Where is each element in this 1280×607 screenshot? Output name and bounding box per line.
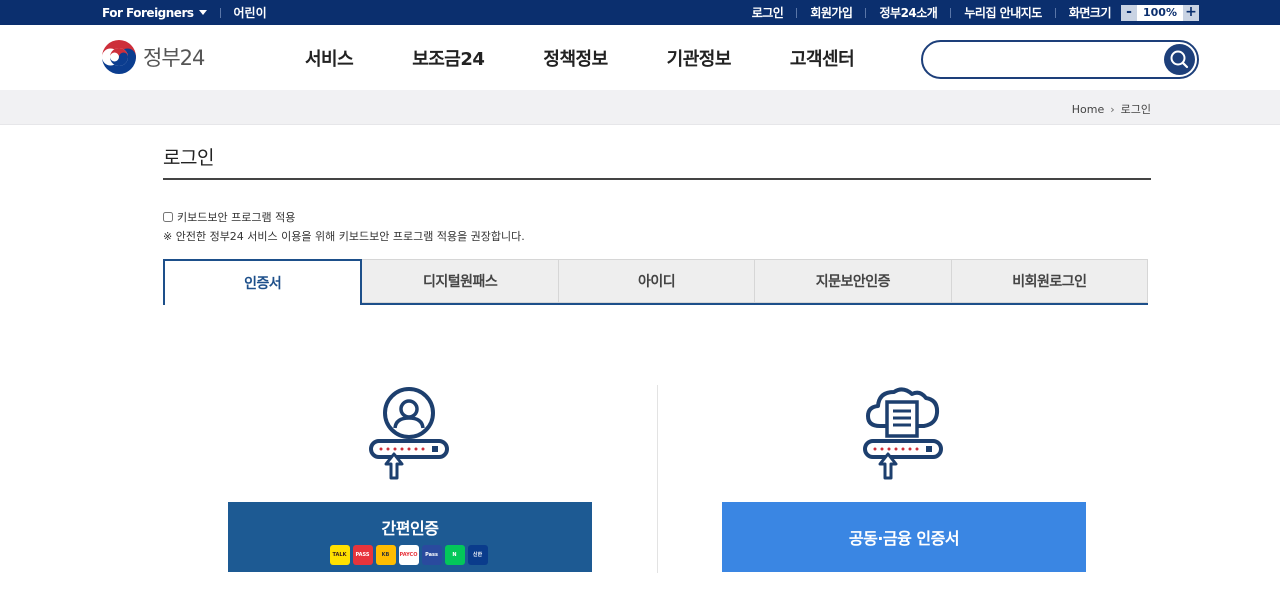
breadcrumb-bar: Home › 로그인 [0, 90, 1280, 125]
search-icon [1170, 50, 1189, 69]
joint-certificate-label: 공동·금융 인증서 [848, 529, 960, 548]
nav-item-agency[interactable]: 기관정보 [667, 45, 732, 71]
auth-provider-icon: Pass [421, 545, 442, 565]
tab-id[interactable]: 아이디 [558, 259, 756, 303]
keyboard-security-option[interactable]: 키보드보안 프로그램 적용 [163, 209, 295, 225]
chevron-right-icon: › [1110, 102, 1115, 116]
simple-auth-label: 간편인증 [381, 519, 439, 538]
joint-certificate-button[interactable]: 공동·금융 인증서 [722, 502, 1086, 572]
search-input[interactable] [935, 48, 1155, 70]
login-link[interactable]: 로그인 [752, 4, 784, 21]
tab-digital-onepass[interactable]: 디지털원패스 [362, 259, 559, 303]
about-link[interactable]: 정부24소개 [879, 4, 937, 21]
tab-guest-login[interactable]: 비회원로그인 [951, 259, 1149, 303]
login-method-tabs: 인증서 디지털원패스 아이디 지문보안인증 비회원로그인 [163, 259, 1149, 305]
zoom-in-button[interactable]: + [1183, 4, 1199, 21]
top-right-links: 로그인 회원가입 정부24소개 누리집 안내지도 화면크기 - 100% + [752, 0, 1199, 25]
for-foreigners-dropdown[interactable]: For Foreigners [102, 6, 207, 20]
keyboard-security-notice: ※ 안전한 정부24 서비스 이용을 위해 키보드보안 프로그램 적용을 권장합… [163, 230, 525, 243]
cloud-certificate-icon [863, 387, 943, 480]
user-login-icon [369, 387, 449, 480]
divider [796, 7, 798, 18]
search-box [921, 40, 1199, 79]
zoom-control: - 100% + [1121, 4, 1199, 21]
caret-down-icon [198, 10, 207, 15]
signup-link[interactable]: 회원가입 [810, 4, 853, 21]
taegeuk-emblem-icon [102, 40, 136, 74]
site-logo[interactable]: 정부24 [101, 39, 205, 75]
divider [950, 7, 952, 18]
divider [865, 7, 867, 18]
search-button[interactable] [1164, 44, 1195, 75]
auth-provider-icon: PASS [352, 545, 373, 565]
nav-item-subsidy24[interactable]: 보조금24 [412, 45, 485, 71]
divider [1054, 7, 1056, 18]
sitemap-link[interactable]: 누리집 안내지도 [964, 4, 1042, 21]
auth-provider-icon: KB [375, 545, 396, 565]
auth-provider-icon: N [444, 545, 465, 565]
breadcrumb: Home › 로그인 [1072, 101, 1151, 117]
tab-fingerprint[interactable]: 지문보안인증 [755, 259, 952, 303]
screen-size-label: 화면크기 [1068, 6, 1112, 20]
tab-certificate[interactable]: 인증서 [163, 259, 363, 305]
breadcrumb-current: 로그인 [1120, 103, 1151, 116]
zoom-out-button[interactable]: - [1121, 4, 1137, 21]
keyboard-security-label: 키보드보안 프로그램 적용 [177, 211, 296, 224]
title-underline [163, 178, 1151, 180]
divider [219, 7, 221, 18]
site-header: 정부24 서비스 보조금24 정책정보 기관정보 고객센터 [0, 25, 1280, 90]
auth-provider-icon: 신한 [467, 545, 488, 565]
simple-auth-button[interactable]: 간편인증 TALK PASS KB PAYCO Pass N 신한 [228, 502, 592, 572]
options-divider [657, 385, 658, 573]
for-foreigners-label: For Foreigners [102, 5, 194, 20]
zoom-value: 100% [1137, 4, 1183, 21]
nav-item-policy[interactable]: 정책정보 [543, 45, 608, 71]
brand-name: 정부24 [143, 46, 205, 70]
nav-item-support[interactable]: 고객센터 [790, 45, 855, 71]
keyboard-security-checkbox[interactable] [163, 212, 173, 222]
nav-item-services[interactable]: 서비스 [305, 45, 354, 71]
breadcrumb-home[interactable]: Home [1072, 103, 1104, 116]
auth-provider-icon: PAYCO [398, 545, 419, 565]
kids-link[interactable]: 어린이 [234, 4, 267, 21]
page-title: 로그인 [163, 147, 214, 169]
auth-provider-icons: TALK PASS KB PAYCO Pass N 신한 [329, 545, 491, 565]
top-utility-bar: For Foreigners 어린이 로그인 회원가입 정부24소개 누리집 안… [0, 0, 1280, 25]
auth-provider-icon: TALK [329, 545, 350, 565]
top-left-links: For Foreigners 어린이 [102, 0, 267, 25]
main-nav: 서비스 보조금24 정책정보 기관정보 고객센터 [305, 25, 913, 90]
